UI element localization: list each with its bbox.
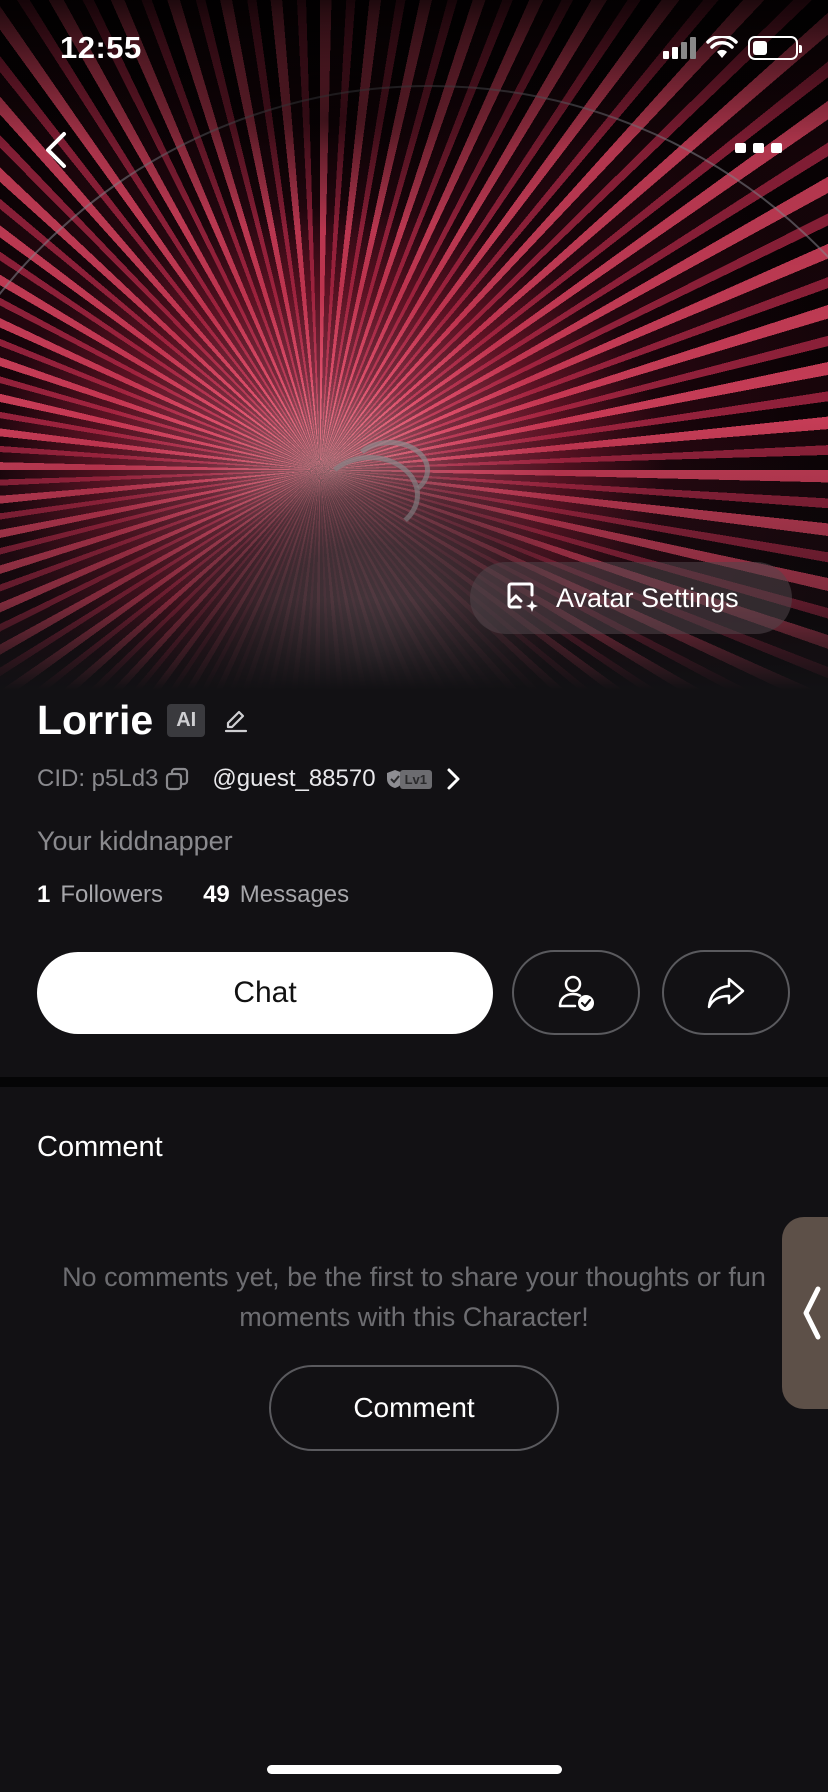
character-bio: Your kiddnapper xyxy=(37,826,233,856)
avatar-settings-label: Avatar Settings xyxy=(556,582,739,613)
edit-pencil-icon[interactable] xyxy=(223,708,249,734)
followers-stat[interactable]: 1 Followers xyxy=(37,881,163,909)
section-divider xyxy=(0,1077,828,1087)
chevron-right-icon[interactable] xyxy=(442,766,464,792)
messages-label: Messages xyxy=(239,881,350,908)
empty-comments-message: No comments yet, be the first to share y… xyxy=(62,1262,766,1332)
level-badge: Lv1 xyxy=(384,768,432,790)
messages-count: 49 xyxy=(203,881,230,908)
home-indicator xyxy=(267,1765,562,1774)
battery-icon xyxy=(748,36,802,60)
chat-button[interactable]: Chat xyxy=(37,952,493,1034)
image-sparkle-icon xyxy=(507,582,538,612)
cellular-signal-icon xyxy=(663,37,696,59)
profile-screen: 12:55 Avatar Settings Lorrie AI CID: p5L… xyxy=(0,0,828,1792)
back-chevron-icon[interactable] xyxy=(40,128,80,172)
follow-button[interactable] xyxy=(512,950,640,1035)
id-row: CID: p5Ld3 @guest_88570 Lv1 xyxy=(37,765,464,793)
followers-label: Followers xyxy=(60,881,164,908)
share-button[interactable] xyxy=(662,950,790,1035)
status-icons xyxy=(663,36,802,60)
wifi-icon xyxy=(706,36,738,58)
side-drawer-tab[interactable] xyxy=(782,1217,828,1409)
followers-count: 1 xyxy=(37,881,51,908)
messages-stat: 49 Messages xyxy=(203,881,349,909)
avatar-settings-button[interactable]: Avatar Settings xyxy=(470,562,792,634)
name-row: Lorrie AI xyxy=(37,697,249,744)
status-time: 12:55 xyxy=(60,30,142,65)
battery-fill xyxy=(753,41,767,55)
character-name: Lorrie xyxy=(37,697,154,743)
chevron-left-icon xyxy=(803,1286,821,1340)
ai-badge: AI xyxy=(167,704,206,737)
copy-icon[interactable] xyxy=(164,766,190,792)
comment-button[interactable]: Comment xyxy=(269,1365,559,1451)
more-options-icon[interactable] xyxy=(735,143,782,153)
level-label: Lv1 xyxy=(399,769,432,789)
share-arrow-icon xyxy=(707,977,745,1008)
comment-section-title: Comment xyxy=(37,1131,163,1163)
creator-handle-link[interactable]: @guest_88570 xyxy=(212,765,375,793)
stats-row: 1 Followers 49 Messages xyxy=(37,881,349,909)
character-id: CID: p5Ld3 xyxy=(37,765,159,792)
user-check-icon xyxy=(558,975,594,1011)
